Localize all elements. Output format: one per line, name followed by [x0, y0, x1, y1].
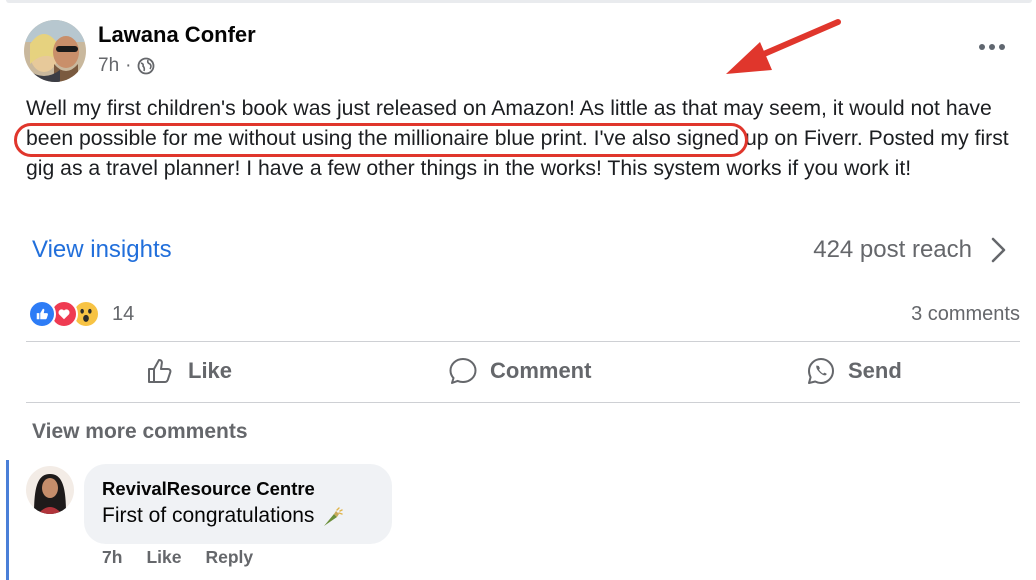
comment-highlight-bar	[6, 460, 9, 580]
comment-button[interactable]: Comment	[448, 356, 591, 386]
like-button[interactable]: Like	[146, 356, 232, 386]
send-label: Send	[848, 358, 902, 383]
card-top-border	[6, 0, 1032, 3]
divider	[26, 402, 1020, 403]
comment-text-row: First of congratulations	[102, 504, 344, 528]
send-button[interactable]: Send	[806, 356, 902, 386]
comment-text: First of congratulations	[102, 504, 315, 527]
comment-icon	[449, 358, 477, 384]
reactions-summary[interactable]: 14	[28, 300, 134, 328]
like-label: Like	[188, 358, 233, 383]
comment-reply-button[interactable]: Reply	[205, 547, 253, 568]
divider	[26, 341, 1020, 342]
commenter-name[interactable]: RevivalResource Centre	[102, 478, 315, 500]
author-avatar[interactable]	[24, 20, 86, 82]
view-insights-link[interactable]: View insights	[32, 236, 172, 264]
post-meta: 7h ·	[98, 55, 155, 77]
view-more-comments-link[interactable]: View more comments	[32, 420, 248, 444]
post-time[interactable]: 7h	[98, 55, 119, 77]
globe-icon	[137, 57, 155, 75]
comment-time[interactable]: 7h	[102, 547, 122, 568]
comments-count[interactable]: 3 comments	[911, 303, 1020, 326]
author-name[interactable]: Lawana Confer	[98, 22, 256, 48]
chevron-right-icon[interactable]	[988, 235, 1008, 265]
comment-meta: 7h Like Reply	[102, 547, 253, 568]
commenter-avatar[interactable]	[26, 466, 74, 514]
meta-separator: ·	[125, 55, 132, 76]
annotation-arrow-icon	[726, 19, 841, 74]
whatsapp-icon	[808, 358, 834, 384]
comment-like-button[interactable]: Like	[146, 547, 181, 568]
annotation-circle	[14, 123, 748, 157]
post-reach[interactable]: 424 post reach	[813, 236, 972, 264]
thumbs-up-icon	[148, 359, 172, 383]
post-text-part1: Well my first children's book was just r…	[26, 97, 911, 120]
post-card: Lawana Confer 7h · Well my first childre…	[0, 0, 1036, 580]
more-options-icon[interactable]	[978, 38, 1008, 52]
reactions-count: 14	[112, 302, 135, 325]
like-reaction-icon	[28, 300, 56, 328]
comment-label: Comment	[490, 358, 592, 383]
champagne-icon	[324, 507, 344, 526]
